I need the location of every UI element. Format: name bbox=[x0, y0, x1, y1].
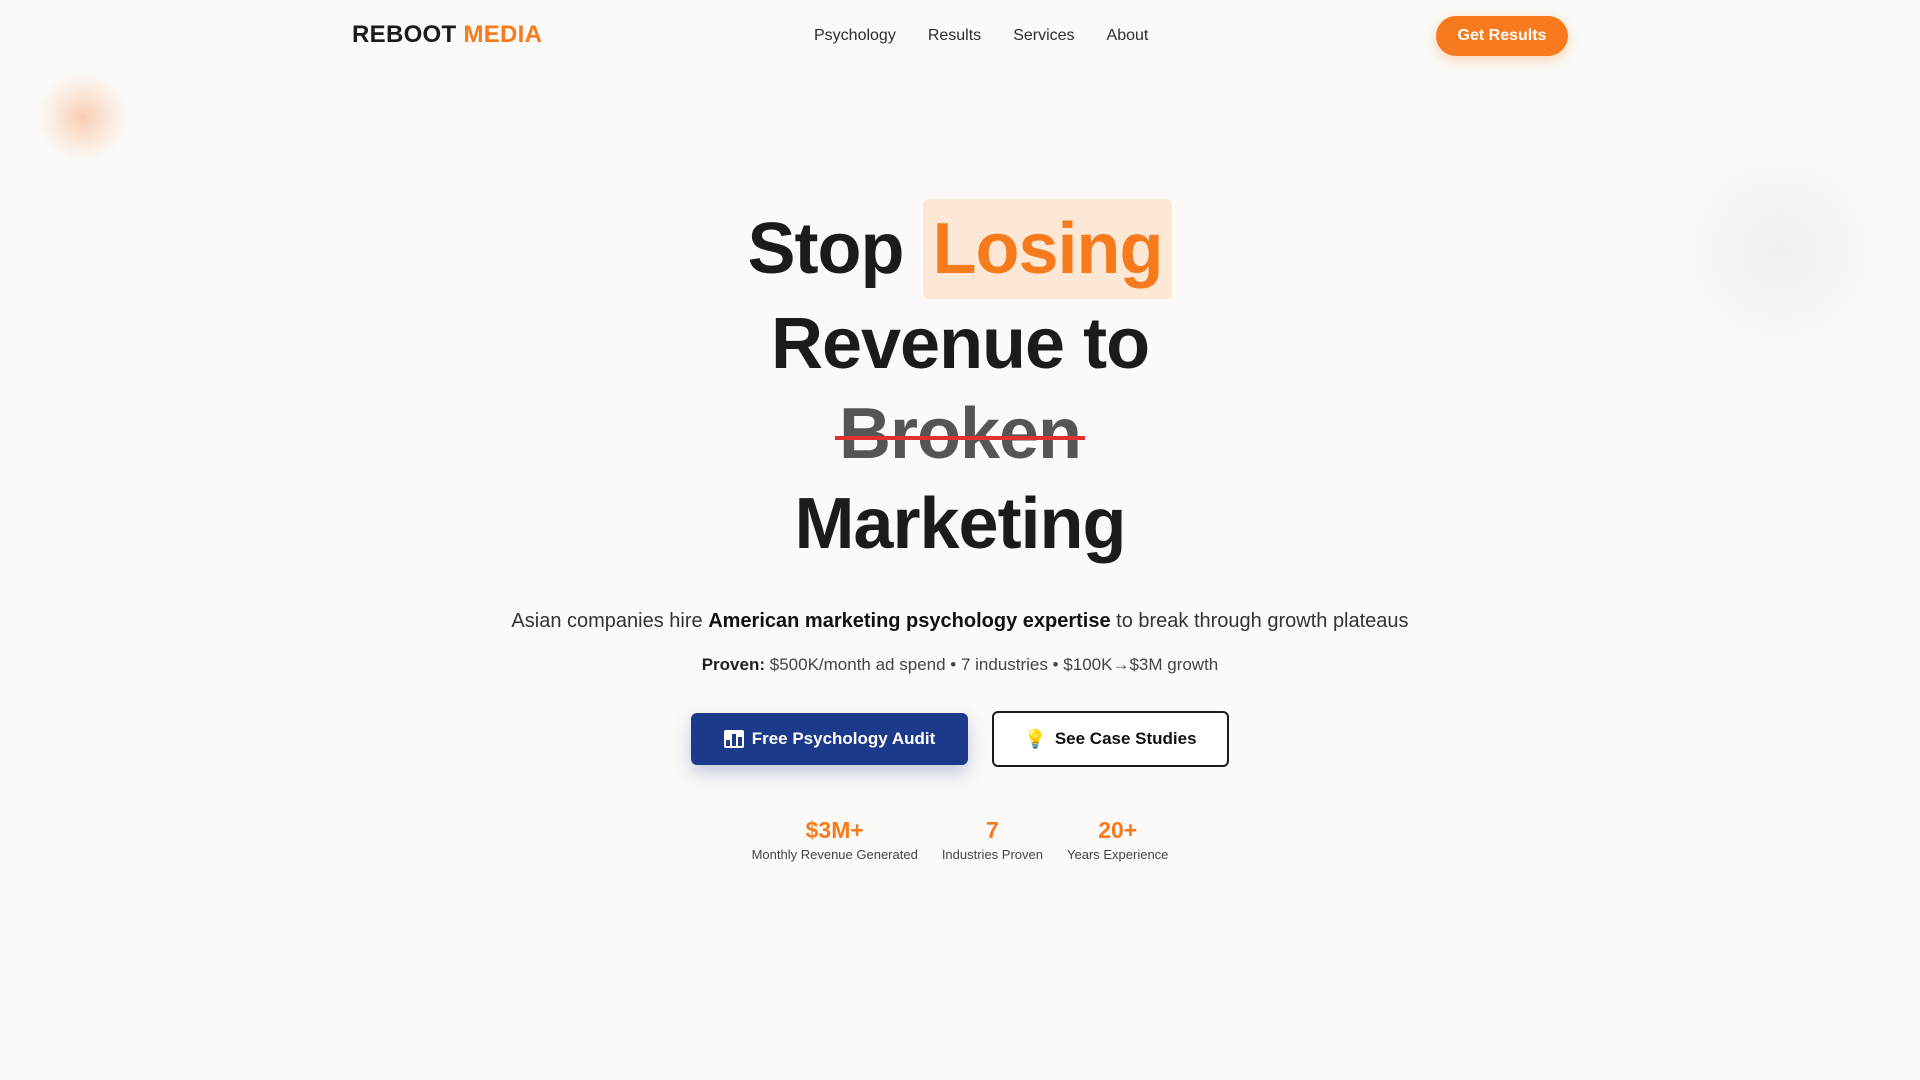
nav-item-about[interactable]: About bbox=[1107, 26, 1149, 46]
headline-highlight: Losing bbox=[922, 199, 1173, 299]
stats-row: $3M+ Monthly Revenue Generated 7 Industr… bbox=[0, 816, 1920, 864]
stat-value: 7 bbox=[986, 817, 999, 843]
nav-menu: Psychology Results Services About bbox=[814, 26, 1148, 46]
logo[interactable]: REBOOT MEDIA bbox=[352, 21, 542, 49]
stat-value: 20+ bbox=[1098, 817, 1138, 843]
stat-label: Monthly Revenue Generated bbox=[751, 847, 918, 862]
stat-value: $3M+ bbox=[805, 817, 864, 843]
headline-line-1: Stop Losing bbox=[0, 199, 1920, 299]
subtitle-pre: Asian companies hire bbox=[511, 610, 703, 632]
stat-industries: 7 Industries Proven bbox=[942, 816, 1043, 864]
headline-line-2: Revenue to bbox=[770, 304, 1150, 384]
decorative-blob bbox=[38, 72, 128, 162]
landing-page: REBOOT MEDIA Psychology Results Services… bbox=[0, 0, 1920, 1080]
logo-accent: MEDIA bbox=[463, 21, 543, 48]
primary-button-label: Free Psychology Audit bbox=[751, 729, 936, 748]
stat-revenue: $3M+ Monthly Revenue Generated bbox=[752, 816, 918, 864]
nav-item-services[interactable]: Services bbox=[1013, 26, 1074, 46]
headline-word-stop: Stop bbox=[747, 209, 905, 289]
nav-item-psychology[interactable]: Psychology bbox=[814, 26, 896, 46]
hero-headline: Stop Losing Revenue to Broken Marketing bbox=[0, 199, 1920, 569]
proof-text: $500K/month ad spend • 7 industries • $1… bbox=[769, 655, 1219, 674]
stat-label: Years Experience bbox=[1066, 847, 1169, 862]
hero-subtitle: Asian companies hire American marketing … bbox=[0, 608, 1920, 634]
headline-line-4: Marketing bbox=[794, 484, 1126, 564]
headline-strikethrough: Broken bbox=[834, 389, 1086, 479]
light-bulb-icon: 💡 bbox=[1024, 729, 1047, 749]
subtitle-post: to break through growth plateaus bbox=[1116, 610, 1409, 632]
logo-main: REBOOT bbox=[352, 21, 457, 48]
headline-line-3: Broken bbox=[0, 389, 1920, 479]
proof-label: Proven: bbox=[701, 655, 766, 674]
free-psychology-audit-button[interactable]: Free Psychology Audit bbox=[691, 713, 968, 765]
secondary-button-label: See Case Studies bbox=[1054, 729, 1197, 748]
proof-line: Proven: $500K/month ad spend • 7 industr… bbox=[0, 654, 1920, 676]
stat-label: Industries Proven bbox=[941, 847, 1043, 862]
bar-chart-icon bbox=[723, 730, 744, 748]
get-results-button[interactable]: Get Results bbox=[1436, 16, 1568, 56]
subtitle-bold: American marketing psychology expertise bbox=[708, 610, 1111, 632]
top-nav: REBOOT MEDIA Psychology Results Services… bbox=[0, 0, 1920, 72]
stat-experience: 20+ Years Experience bbox=[1067, 816, 1168, 864]
nav-item-results[interactable]: Results bbox=[928, 26, 981, 46]
see-case-studies-button[interactable]: 💡 See Case Studies bbox=[992, 711, 1229, 767]
